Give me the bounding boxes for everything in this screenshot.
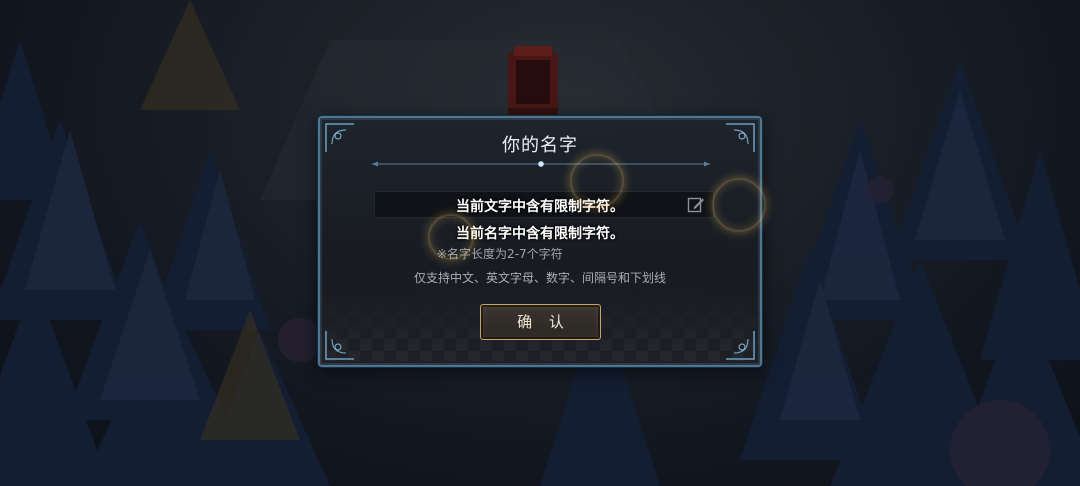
confirm-button[interactable]: 确 认 — [480, 304, 601, 340]
sparkle-effect-icon — [570, 154, 624, 208]
sparkle-effect-icon — [712, 178, 766, 232]
allowed-characters-hint: 仅支持中文、英文字母、数字、间隔号和下划线 — [413, 271, 666, 285]
corner-ornament-icon — [325, 331, 354, 360]
title-divider — [372, 161, 710, 167]
error-message-text: 当前文字中含有限制字符。 — [456, 199, 624, 215]
error-message-name: 当前名字中含有限制字符。 — [456, 226, 624, 242]
sparkle-effect-icon — [428, 214, 474, 260]
name-dialog: 你的名字 当前文字中含有限制字符。 当前名字中含有限制字符。 ※名字长度为2-7… — [318, 116, 766, 367]
corner-ornament-icon — [726, 331, 755, 360]
dialog-title: 你的名字 — [502, 135, 578, 156]
